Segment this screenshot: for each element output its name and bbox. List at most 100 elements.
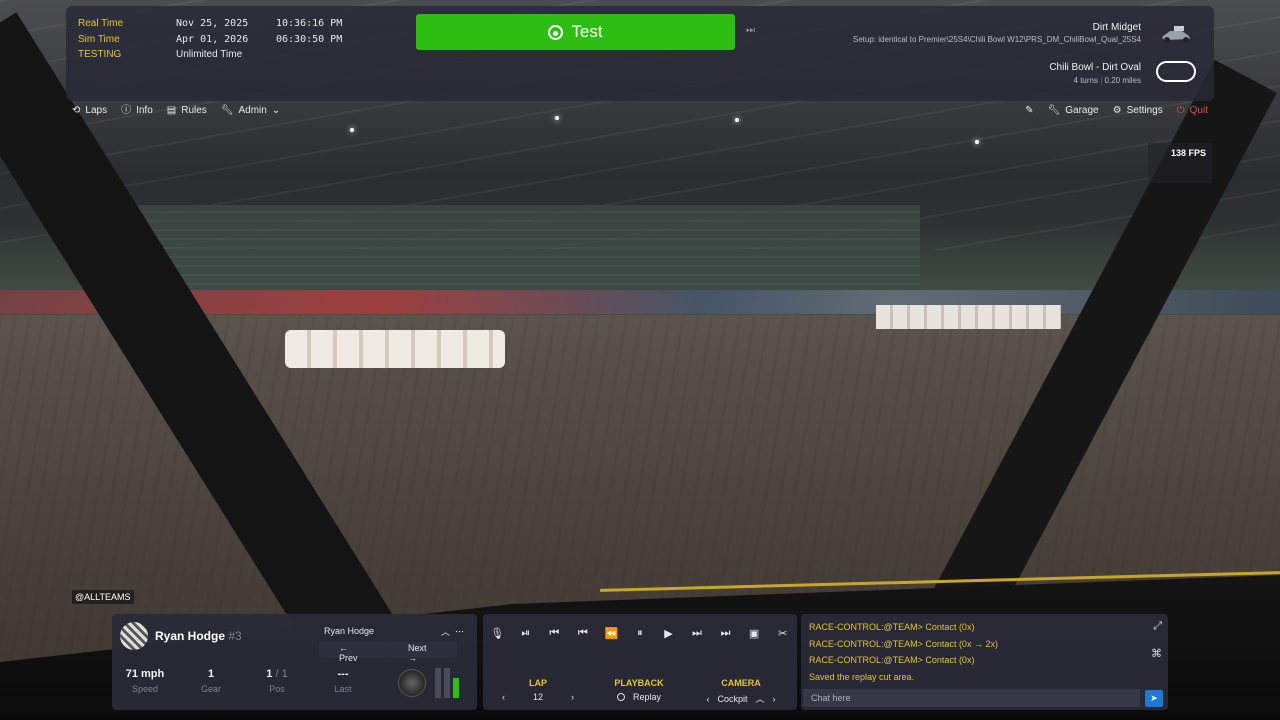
wrench-icon: 🔧︎ — [1047, 104, 1061, 116]
nav-settings-label: Settings — [1126, 105, 1163, 116]
chat-input[interactable] — [803, 689, 1140, 707]
real-time-date: Nov 25, 2025 — [176, 18, 249, 29]
nav-laps[interactable]: ⟲ Laps — [72, 105, 107, 116]
playback-row[interactable]: Replay — [593, 692, 685, 702]
wrench-icon: 🔧︎ — [220, 104, 234, 116]
driver-dropdown[interactable]: Ryan Hodge ︿ ⋯ — [319, 622, 469, 640]
camera-section: CAMERA ‹ Cockpit ︿ › — [685, 678, 797, 705]
last-lap-value: --- — [337, 668, 349, 680]
microphone-icon[interactable]: 🎙︎ — [485, 627, 509, 640]
message-text: Saved the replay cut area. — [809, 672, 915, 683]
driver-number: #3 — [228, 629, 242, 643]
last-lap-label: Last — [334, 684, 352, 694]
top-nav-right: ✎ 🔧︎ Garage ⚙ Settings ⏻ Quit — [1025, 105, 1208, 116]
clutch-bar — [444, 668, 450, 698]
more-icon[interactable]: ⋯ — [455, 627, 464, 637]
replay-columns: LAP ‹ 12 › PLAYBACK Replay CAMERA ‹ Cock… — [483, 678, 797, 705]
track-map-icon — [1156, 61, 1196, 82]
chevron-down-icon: ⌄ — [271, 104, 281, 116]
gear-value: 1 — [207, 668, 215, 680]
message-text: Contact (0x) — [925, 622, 975, 632]
fps-counter: 138 FPS — [1148, 143, 1212, 183]
car-info: Dirt Midget Setup: identical to Premier\… — [853, 22, 1141, 44]
chat-panel: RACE-CONTROL:@TEAM> Contact (0x) RACE-CO… — [801, 614, 1168, 710]
driver-name: Ryan Hodge #3 — [155, 629, 242, 643]
nav-rules[interactable]: ▤ Rules — [167, 105, 207, 116]
track-name: Chili Bowl - Dirt Oval — [1049, 62, 1141, 73]
rules-icon: ▤ — [166, 104, 177, 116]
nav-info[interactable]: ⓘ Info — [121, 105, 153, 116]
jump-start-icon[interactable]: ⏮ — [542, 627, 566, 640]
prev-driver-button[interactable]: ← Prev — [319, 642, 388, 663]
top-nav-left: ⟲ Laps ⓘ Info ▤ Rules 🔧︎ Admin ⌄ — [72, 105, 280, 116]
track-length: 0.20 miles — [1104, 76, 1141, 85]
session-mode-label: TESTING — [78, 49, 122, 60]
nav-quit[interactable]: ⏻ Quit — [1177, 105, 1208, 116]
session-mode-value: Unlimited Time — [176, 49, 243, 60]
chat-channel-tag: @ALLTEAMS — [72, 590, 134, 604]
send-button[interactable]: ➤ — [1145, 690, 1163, 707]
replay-controls: 🎙︎ ⏯ ⏮ ⏮ ⏪ ⏸ ▶ ⏭ ⏭ ▣ ✂ — [483, 627, 797, 640]
tools-icon[interactable]: ✂ — [771, 627, 795, 640]
nav-admin-label: Admin — [238, 105, 267, 116]
camera-value[interactable]: Cockpit — [717, 694, 747, 704]
playback-value: Replay — [632, 692, 661, 702]
pause-icon[interactable]: ⏸ — [628, 627, 652, 640]
test-drive-button[interactable]: Test — [416, 14, 735, 50]
throttle-bar — [453, 678, 459, 698]
message-sender: RACE-CONTROL:@TEAM> — [809, 638, 923, 649]
previous-icon[interactable]: ⏮ — [571, 627, 595, 640]
stat-last: --- Last — [310, 668, 376, 694]
cut-area-icon[interactable]: ⌘ — [1151, 647, 1162, 660]
replay-panel: 🎙︎ ⏯ ⏮ ⏮ ⏪ ⏸ ▶ ⏭ ⏭ ▣ ✂ LAP ‹ 12 › PLAYBA… — [483, 614, 797, 710]
skip-icon[interactable]: ⏭ — [746, 25, 755, 36]
lap-value: 12 — [532, 692, 543, 702]
lap-section: LAP ‹ 12 › — [483, 678, 593, 705]
lap-label: LAP — [529, 678, 547, 688]
nav-settings[interactable]: ⚙ Settings — [1113, 105, 1163, 116]
speed-label: Speed — [131, 684, 159, 694]
real-time-label: Real Time — [78, 18, 124, 29]
sim-time-date: Apr 01, 2026 — [176, 33, 249, 45]
step-forward-icon[interactable]: ⏯ — [514, 627, 538, 640]
pencil-icon[interactable]: ✎ — [1025, 105, 1033, 116]
real-time-clock: 10:36:16 PM — [276, 18, 343, 29]
expand-icon[interactable]: ⤢ — [1153, 620, 1162, 633]
chevron-right-icon[interactable]: › — [571, 692, 574, 702]
chevron-up-icon[interactable]: ︿ — [756, 692, 765, 705]
stat-speed: 71 mph Speed — [112, 668, 178, 694]
chevron-right-icon[interactable]: › — [773, 694, 776, 704]
chat-message: Saved the replay cut area. — [809, 669, 998, 686]
speed-value: 71 mph — [125, 668, 165, 680]
camera-icon[interactable]: ▣ — [742, 627, 766, 640]
driver-panel: Ryan Hodge #3 Ryan Hodge ︿ ⋯ ← Prev Next… — [112, 614, 477, 710]
jump-end-icon[interactable]: ⏭ — [714, 627, 738, 640]
driver-nav: ← Prev Next → — [319, 642, 457, 663]
message-text: Contact (0x → 2x) — [925, 638, 998, 649]
message-sender: RACE-CONTROL:@TEAM> — [809, 622, 923, 632]
gear-icon: ⚙ — [1112, 104, 1122, 116]
next-icon[interactable]: ⏭ — [685, 627, 709, 640]
lap-row: ‹ 12 › — [483, 692, 593, 702]
track-details: 4 turns | 0.20 miles — [1073, 76, 1141, 85]
chevron-left-icon[interactable]: ‹ — [502, 692, 505, 702]
message-text: Contact (0x) — [925, 655, 975, 666]
next-driver-button[interactable]: Next → — [388, 642, 457, 663]
track-info: Chili Bowl - Dirt Oval 4 turns | 0.20 mi… — [1049, 62, 1141, 85]
steering-wheel-icon — [548, 24, 564, 40]
test-button-label: Test — [571, 22, 603, 41]
tire-barrier — [876, 305, 1061, 329]
car-name: Dirt Midget — [1092, 22, 1141, 33]
driver-dropdown-value: Ryan Hodge — [324, 626, 375, 636]
nav-info-label: Info — [136, 105, 153, 116]
rewind-icon[interactable]: ⏪ — [599, 627, 623, 640]
camera-label: CAMERA — [721, 678, 761, 688]
sim-time-label: Sim Time — [78, 33, 120, 45]
nav-garage[interactable]: 🔧︎ Garage — [1048, 105, 1099, 116]
brake-bar — [435, 668, 441, 698]
helmet-icon — [120, 622, 148, 650]
nav-admin[interactable]: 🔧︎ Admin ⌄ — [221, 105, 280, 116]
play-icon[interactable]: ▶ — [656, 627, 680, 640]
chevron-left-icon[interactable]: ‹ — [706, 694, 709, 704]
tire-barrier — [285, 330, 505, 368]
